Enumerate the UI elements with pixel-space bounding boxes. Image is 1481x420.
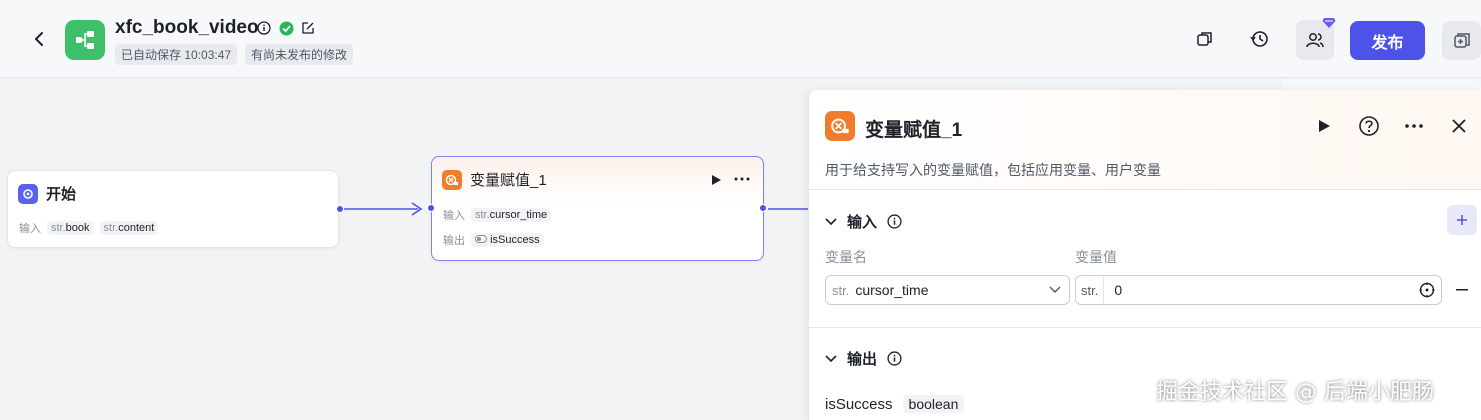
run-icon[interactable] xyxy=(1312,114,1336,138)
output-section-header[interactable]: 输出 xyxy=(825,348,902,369)
close-icon[interactable] xyxy=(1447,114,1471,138)
output-variable-name: isSuccess xyxy=(825,395,893,413)
start-node[interactable]: 开始 输入 str.book str.content xyxy=(7,170,344,248)
start-input-content: str.content xyxy=(99,221,159,235)
start-input-book: str.book xyxy=(47,221,94,235)
var-output-label: 输出 xyxy=(443,235,465,247)
var-output-chip: isSuccess xyxy=(471,233,544,247)
more-icon[interactable] xyxy=(1402,114,1426,138)
run-node-icon[interactable] xyxy=(710,173,722,191)
var-assign-node[interactable]: 变量赋值_1 输入 str.cursor_time 输出 isSuccess xyxy=(427,156,767,261)
var-output-port[interactable] xyxy=(759,204,767,212)
minus-icon xyxy=(1456,289,1468,291)
var-input-label: 输入 xyxy=(443,210,465,222)
more-node-icon[interactable] xyxy=(734,171,750,187)
variable-value-input[interactable]: str. 0 xyxy=(1075,275,1442,305)
var-input-chip: str.cursor_time xyxy=(471,208,552,222)
variable-name-select[interactable]: str. cursor_time xyxy=(825,275,1070,305)
toggle-icon xyxy=(475,235,487,243)
var-node-icon xyxy=(442,169,462,190)
start-input-label: 输入 xyxy=(19,223,41,235)
panel-description: 用于给支持写入的变量赋值，包括应用变量、用户变量 xyxy=(825,162,1161,178)
remove-variable-button[interactable] xyxy=(1451,280,1473,300)
info-icon xyxy=(887,214,902,229)
start-node-icon xyxy=(18,183,38,204)
var-input-port[interactable] xyxy=(427,204,435,212)
input-section-header[interactable]: 输入 xyxy=(825,211,902,232)
info-icon xyxy=(887,351,902,366)
help-icon[interactable] xyxy=(1357,114,1381,138)
chevron-down-icon xyxy=(825,354,837,362)
reference-icon xyxy=(1419,282,1435,298)
var-node-title: 变量赋值_1 xyxy=(470,172,547,189)
start-output-port[interactable] xyxy=(336,205,344,213)
panel-node-icon xyxy=(825,111,855,141)
col-label-name: 变量名 xyxy=(825,249,867,265)
col-label-value: 变量值 xyxy=(1075,249,1117,265)
output-section-title: 输出 xyxy=(847,351,878,368)
output-type-badge: boolean xyxy=(902,395,965,413)
node-config-panel: 变量赋值_1 用于给支持写入的变量赋值，包括应用变量、用户变量 输入 变量名 变… xyxy=(808,90,1481,420)
watermark: 掘金技术社区 @ 后端小肥肠 xyxy=(1156,380,1434,405)
start-node-title: 开始 xyxy=(46,186,77,203)
panel-title: 变量赋值_1 xyxy=(865,120,963,141)
input-section-title: 输入 xyxy=(847,214,878,231)
add-variable-button[interactable] xyxy=(1447,205,1477,235)
chevron-down-icon xyxy=(825,217,837,225)
plus-icon xyxy=(1457,215,1467,225)
chevron-down-icon xyxy=(1049,286,1061,293)
